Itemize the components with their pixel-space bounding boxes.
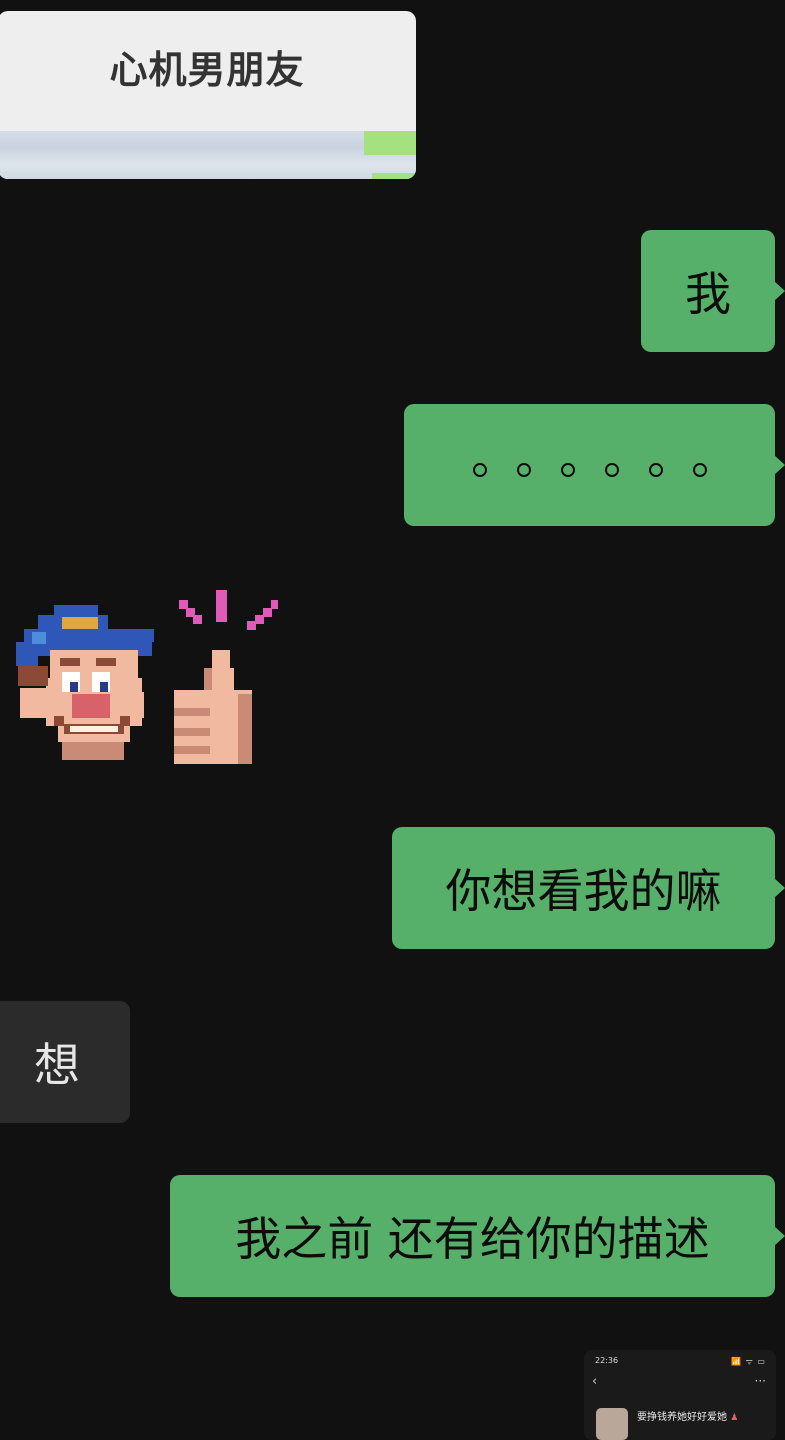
outgoing-message-bubble[interactable]: 我 bbox=[641, 230, 785, 352]
ellipsis-dots bbox=[472, 453, 707, 477]
dot-glyph bbox=[692, 463, 707, 477]
thumb-contact-name: 要挣钱养她好好爱她 ♟ bbox=[637, 1412, 739, 1423]
person-icon: ♟ bbox=[730, 1413, 739, 1423]
thumb-avatar bbox=[596, 1408, 628, 1440]
card-title: 心机男朋友 bbox=[109, 47, 305, 92]
message-text: 我 bbox=[685, 267, 731, 321]
thumb-more-icon: ··· bbox=[754, 1374, 766, 1388]
screenshot-image-message[interactable]: 22:36 📶 ᯤ ▭ ‹ ··· 要挣钱养她好好爱她 ♟ bbox=[584, 1350, 776, 1440]
message-text: 你想看我的嘛 bbox=[445, 864, 722, 918]
card-image-detail bbox=[372, 173, 416, 179]
outgoing-message-bubble[interactable]: 。。。。。。 bbox=[404, 404, 785, 526]
outgoing-message-bubble[interactable]: 你想看我的嘛 bbox=[392, 827, 785, 949]
wreck-it-ralph-thumbs-up-sticker[interactable] bbox=[16, 588, 278, 764]
dot-glyph bbox=[472, 463, 487, 477]
thumb-status-time: 22:36 bbox=[595, 1356, 619, 1365]
outgoing-message-bubble[interactable]: 我之前 还有给你的描述 bbox=[170, 1175, 785, 1297]
dot-glyph bbox=[648, 463, 663, 477]
message-text: 我之前 还有给你的描述 bbox=[235, 1212, 710, 1266]
card-image-detail bbox=[364, 131, 416, 155]
dot-glyph bbox=[516, 463, 531, 477]
dot-glyph bbox=[604, 463, 619, 477]
dot-glyph bbox=[560, 463, 575, 477]
message-text: 想 bbox=[34, 1038, 80, 1092]
card-image bbox=[0, 131, 416, 179]
thumb-back-icon: ‹ bbox=[592, 1374, 598, 1389]
incoming-message-bubble[interactable]: 想 bbox=[0, 1001, 130, 1123]
link-card[interactable]: 心机男朋友 bbox=[0, 11, 416, 179]
thumb-status-icons: 📶 ᯤ ▭ bbox=[731, 1357, 766, 1366]
